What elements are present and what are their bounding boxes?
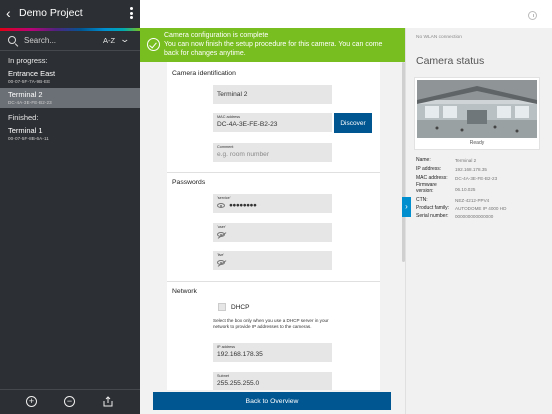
section-title-passwords: Passwords (172, 179, 206, 186)
status-value: 06.10.025 (455, 187, 476, 192)
camera-preview-image (417, 80, 537, 138)
service-password-label: 'service' (217, 196, 231, 200)
status-value: AUTODOME IP 4000 HD (455, 206, 507, 211)
add-icon[interactable]: + (26, 396, 37, 407)
more-menu-icon[interactable] (130, 7, 133, 19)
section-title-network: Network (172, 288, 197, 295)
camera-status-title: Camera status (416, 55, 485, 67)
divider (167, 172, 380, 173)
comment-field[interactable]: Comment e.g. room number (213, 143, 332, 162)
subnet-field[interactable]: Subnet 255.255.255.0 (213, 372, 332, 390)
status-key: CTN: (416, 197, 428, 203)
status-key: MAC address: (416, 175, 448, 181)
mac-address-field[interactable]: MAC address DC-4A-3E-FE-B2-23 (213, 113, 332, 132)
camera-list-item-selected[interactable]: Terminal 2 DC-4A-3E-FE-B2-23 (0, 88, 140, 108)
comment-placeholder: e.g. room number (217, 151, 270, 158)
banner-title: Camera configuration is complete (164, 32, 269, 39)
eye-off-icon[interactable] (217, 260, 225, 265)
user-password-label: 'user' (217, 225, 226, 229)
live-password-label: 'live' (217, 253, 225, 257)
service-password-field[interactable]: 'service' ●●●●●●●● (213, 194, 332, 213)
search-icon (8, 36, 16, 44)
dhcp-checkbox[interactable] (218, 303, 226, 311)
banner-text: You can now finish the setup procedure f… (164, 41, 383, 57)
status-key: Serial number: (416, 213, 449, 219)
sort-button[interactable]: A-Z (103, 36, 115, 45)
status-key: Name: (416, 157, 431, 163)
dhcp-label: DHCP (231, 304, 250, 311)
sidebar-footer: + − (0, 389, 140, 414)
share-icon[interactable] (103, 396, 113, 407)
section-in-progress: In progress: (8, 56, 48, 65)
chevron-right-icon[interactable]: › (402, 197, 411, 217)
camera-list-item[interactable]: Terminal 1 00-07-5F-8B-6A-11 (0, 124, 140, 144)
project-title: Demo Project (19, 7, 83, 19)
status-key: Firmware version: (416, 182, 437, 194)
ip-address-label: IP address (217, 345, 236, 349)
subnet-label: Subnet (217, 374, 230, 378)
status-value: 192.168.178.35 (455, 167, 487, 172)
check-circle-icon (147, 38, 160, 51)
camera-name: Terminal 1 (8, 126, 43, 135)
eye-icon[interactable] (217, 203, 225, 208)
sidebar-header: ‹ Demo Project (0, 0, 140, 28)
camera-config-form: Camera identification Terminal 2 MAC add… (167, 62, 380, 390)
dhcp-help-text: Select the box only when you use a DHCP … (213, 318, 329, 329)
section-title-identification: Camera identification (172, 70, 236, 77)
mac-address-label: MAC address (217, 115, 241, 119)
ip-address-field[interactable]: IP address 192.168.178.35 (213, 343, 332, 362)
divider (0, 50, 140, 51)
back-icon[interactable]: ‹ (6, 5, 11, 21)
camera-list-item[interactable]: Entrance East 00-07-5F-7A-9B-EE (0, 67, 140, 87)
project-sidebar: ‹ Demo Project A-Z ⌄ In progress: Entran… (0, 0, 140, 414)
status-value: Terminal 2 (455, 158, 477, 163)
comment-label: Comment (217, 145, 234, 149)
timer-icon[interactable] (528, 11, 537, 20)
camera-mac: DC-4A-3E-FE-B2-23 (8, 100, 52, 105)
status-key: Product family: (416, 205, 450, 211)
chevron-down-icon[interactable]: ⌄ (119, 34, 130, 45)
back-to-overview-button[interactable]: Back to Overview (153, 392, 391, 410)
eye-off-icon[interactable] (217, 232, 225, 237)
ip-address-value: 192.168.178.35 (217, 351, 263, 358)
subnet-value: 255.255.255.0 (217, 380, 260, 387)
camera-preview-card: Ready (414, 77, 540, 150)
discover-button[interactable]: Discover (334, 113, 372, 133)
status-value: NEZ-4212-PPV4 (455, 198, 490, 203)
service-password-value: ●●●●●●●● (229, 202, 257, 209)
brand-stripe (0, 28, 140, 31)
remove-icon[interactable]: − (64, 396, 75, 407)
camera-name: Entrance East (8, 69, 56, 78)
search-bar: A-Z ⌄ (0, 33, 140, 49)
camera-name-value: Terminal 2 (217, 91, 248, 98)
mac-address-value: DC-4A-3E-FE-B2-23 (217, 121, 278, 128)
search-input[interactable] (24, 34, 94, 46)
user-password-field[interactable]: 'user' (213, 223, 332, 242)
camera-ready-status: Ready (469, 140, 485, 146)
status-value: DC-4A-3E-FE-B2-23 (455, 176, 498, 181)
section-finished: Finished: (8, 113, 39, 122)
camera-name-field[interactable]: Terminal 2 (213, 85, 332, 104)
status-value: 000000000000000 (455, 214, 494, 219)
status-key: IP address: (416, 166, 442, 172)
wlan-status: No WLAN connection (416, 35, 462, 40)
camera-mac: 00-07-5F-7A-9B-EE (8, 79, 51, 84)
camera-mac: 00-07-5F-8B-6A-11 (8, 136, 49, 141)
camera-name: Terminal 2 (8, 90, 43, 99)
success-banner: Camera configuration is complete You can… (140, 28, 405, 62)
divider (167, 281, 380, 282)
live-password-field[interactable]: 'live' (213, 251, 332, 270)
